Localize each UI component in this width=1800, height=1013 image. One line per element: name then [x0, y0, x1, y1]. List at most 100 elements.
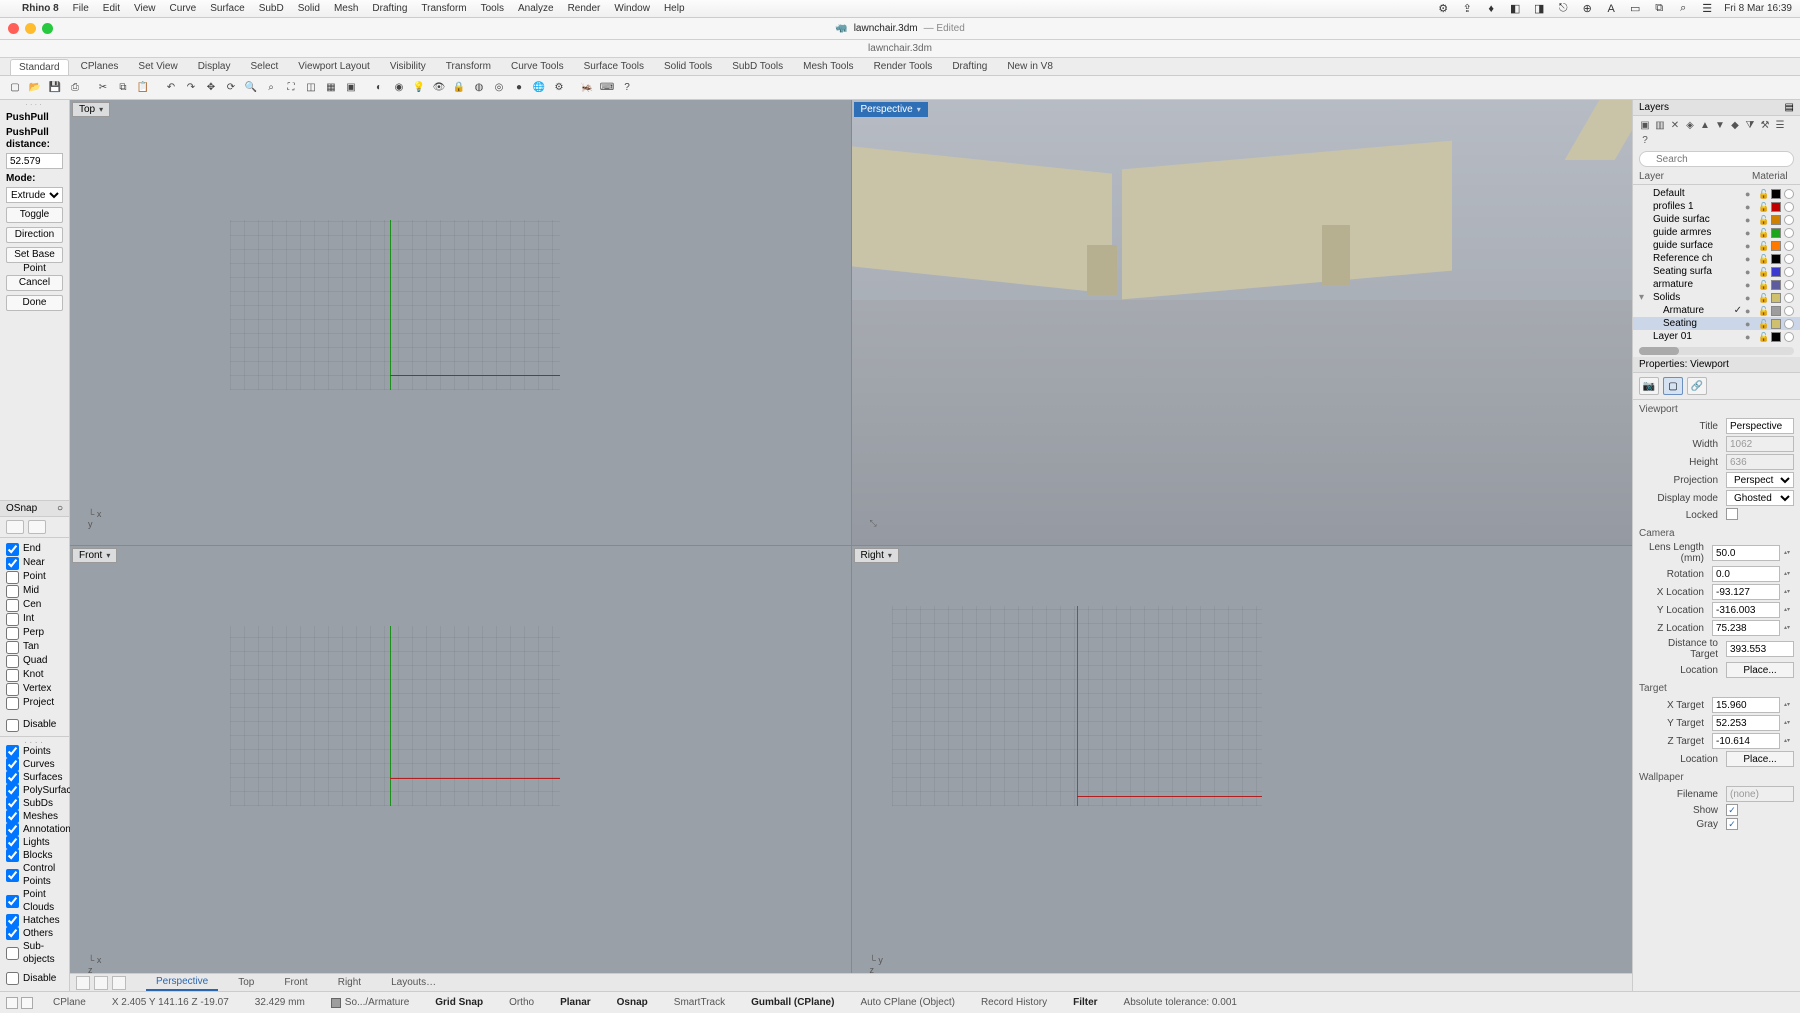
visible-icon[interactable]: ●: [1745, 306, 1755, 316]
zoom-window-icon[interactable]: ⌕: [262, 79, 280, 97]
status-toggle[interactable]: Record History: [975, 997, 1053, 1008]
visible-icon[interactable]: ●: [1745, 319, 1755, 329]
cam-y-input[interactable]: [1712, 602, 1780, 618]
layer-row[interactable]: Seating ● 🔓: [1633, 317, 1800, 330]
environment-icon[interactable]: 🌐: [530, 79, 548, 97]
lock-icon[interactable]: 🔒: [450, 79, 468, 97]
layer-material-swatch[interactable]: [1784, 332, 1794, 342]
open-icon[interactable]: 📂: [26, 79, 44, 97]
menu-transform[interactable]: Transform: [421, 3, 466, 14]
selfilter-check[interactable]: [6, 836, 19, 849]
layer-row[interactable]: Default ● 🔓: [1633, 187, 1800, 200]
osnap-check[interactable]: [6, 585, 19, 598]
status-icon[interactable]: ⚙: [1436, 2, 1450, 16]
vp-projection-select[interactable]: Perspective: [1726, 472, 1794, 488]
lock-icon[interactable]: 🔓: [1758, 241, 1768, 251]
layer-color-swatch[interactable]: [1771, 241, 1781, 251]
visible-icon[interactable]: ●: [1745, 293, 1755, 303]
layer-material-swatch[interactable]: [1784, 254, 1794, 264]
lock-icon[interactable]: 🔓: [1758, 254, 1768, 264]
tab-vplayout[interactable]: Viewport Layout: [290, 59, 378, 74]
layer-row[interactable]: guide surface ● 🔓: [1633, 239, 1800, 252]
prop-material-icon[interactable]: 🔗: [1687, 377, 1707, 395]
vp-locked-check[interactable]: [1726, 508, 1738, 520]
status-icon[interactable]: [21, 997, 33, 1009]
tgt-x-input[interactable]: [1712, 697, 1780, 713]
layer-material-swatch[interactable]: [1784, 202, 1794, 212]
spinner-icon[interactable]: ▴▾: [1784, 550, 1794, 556]
lock-icon[interactable]: 🔓: [1758, 306, 1768, 316]
spinner-icon[interactable]: ▴▾: [1784, 589, 1794, 595]
selfilter-check[interactable]: [6, 797, 19, 810]
tab-curvetools[interactable]: Curve Tools: [503, 59, 572, 74]
status-toggle[interactable]: Auto CPlane (Object): [854, 997, 961, 1008]
cancel-button[interactable]: Cancel: [6, 275, 63, 291]
control-center-icon[interactable]: ☰: [1700, 2, 1714, 16]
zoom-icon[interactable]: 🔍: [242, 79, 260, 97]
named-view-icon[interactable]: ▣: [342, 79, 360, 97]
vt-icon[interactable]: [112, 976, 126, 990]
new-icon[interactable]: ▢: [6, 79, 24, 97]
layer-header-material[interactable]: Material: [1752, 171, 1794, 182]
menu-window[interactable]: Window: [614, 3, 650, 14]
help-icon[interactable]: ?: [618, 79, 636, 97]
layer-color-swatch[interactable]: [1771, 215, 1781, 225]
status-toggle[interactable]: Osnap: [611, 997, 654, 1008]
vtab-top[interactable]: Top: [228, 975, 264, 990]
visible-icon[interactable]: ●: [1745, 215, 1755, 225]
tab-solidtools[interactable]: Solid Tools: [656, 59, 720, 74]
layer-color-swatch[interactable]: [1771, 332, 1781, 342]
layer-row[interactable]: profiles 1 ● 🔓: [1633, 200, 1800, 213]
vp-displaymode-select[interactable]: Ghosted: [1726, 490, 1794, 506]
status-toggle[interactable]: Planar: [554, 997, 597, 1008]
tools-icon[interactable]: ⚒: [1759, 119, 1771, 131]
selfilter-check[interactable]: [6, 758, 19, 771]
move-down-icon[interactable]: ▼: [1714, 119, 1726, 131]
selfilter-check[interactable]: [6, 849, 19, 862]
panel-grip[interactable]: ····: [0, 737, 69, 745]
lock-icon[interactable]: 🔓: [1758, 189, 1768, 199]
doc-filename[interactable]: lawnchair.3dm: [854, 23, 918, 34]
selfilter-check[interactable]: [6, 869, 19, 882]
menu-tools[interactable]: Tools: [481, 3, 504, 14]
layer-color-swatch[interactable]: [1771, 306, 1781, 316]
tab-cplanes[interactable]: CPlanes: [73, 59, 127, 74]
layer-color-swatch[interactable]: [1771, 319, 1781, 329]
pan-icon[interactable]: ✥: [202, 79, 220, 97]
osnap-close-icon[interactable]: ○: [57, 503, 63, 514]
spinner-icon[interactable]: ▴▾: [1784, 571, 1794, 577]
tab-subdtools[interactable]: SubD Tools: [724, 59, 791, 74]
viewport-front[interactable]: Front▾ └ xz: [70, 546, 851, 991]
toggle-button[interactable]: Toggle: [6, 207, 63, 223]
menu-edit[interactable]: Edit: [103, 3, 120, 14]
layer-color-icon[interactable]: ◆: [1729, 119, 1741, 131]
viewport-perspective[interactable]: Perspective▾ ⤡: [852, 100, 1633, 545]
osnap-mode-icon[interactable]: [28, 520, 46, 534]
layer-color-swatch[interactable]: [1771, 202, 1781, 212]
layer-color-swatch[interactable]: [1771, 189, 1781, 199]
viewport-top[interactable]: Top▾ └ xy: [70, 100, 851, 545]
lock-icon[interactable]: 🔓: [1758, 215, 1768, 225]
layer-row[interactable]: Reference ch ● 🔓: [1633, 252, 1800, 265]
tgt-z-input[interactable]: [1712, 733, 1780, 749]
menu-surface[interactable]: Surface: [210, 3, 244, 14]
app-name[interactable]: Rhino 8: [22, 3, 59, 14]
layer-material-swatch[interactable]: [1784, 293, 1794, 303]
layer-material-swatch[interactable]: [1784, 228, 1794, 238]
status-icon[interactable]: ⇪: [1460, 2, 1474, 16]
new-layer-icon[interactable]: ▣: [1639, 119, 1651, 131]
lock-icon[interactable]: 🔓: [1758, 293, 1768, 303]
undo-icon[interactable]: ↶: [162, 79, 180, 97]
osnap-check[interactable]: [6, 557, 19, 570]
list-icon[interactable]: ☰: [1774, 119, 1786, 131]
layer-search-input[interactable]: [1639, 151, 1794, 167]
menu-subd[interactable]: SubD: [259, 3, 284, 14]
selfilter-check[interactable]: [6, 745, 19, 758]
vp-title-input[interactable]: [1726, 418, 1794, 434]
visible-icon[interactable]: ●: [1745, 267, 1755, 277]
viewport-label-perspective[interactable]: Perspective▾: [854, 102, 928, 117]
menu-curve[interactable]: Curve: [170, 3, 197, 14]
selfilter-check[interactable]: [6, 771, 19, 784]
filter-icon[interactable]: ⧩: [1744, 119, 1756, 131]
vt-icon[interactable]: [94, 976, 108, 990]
